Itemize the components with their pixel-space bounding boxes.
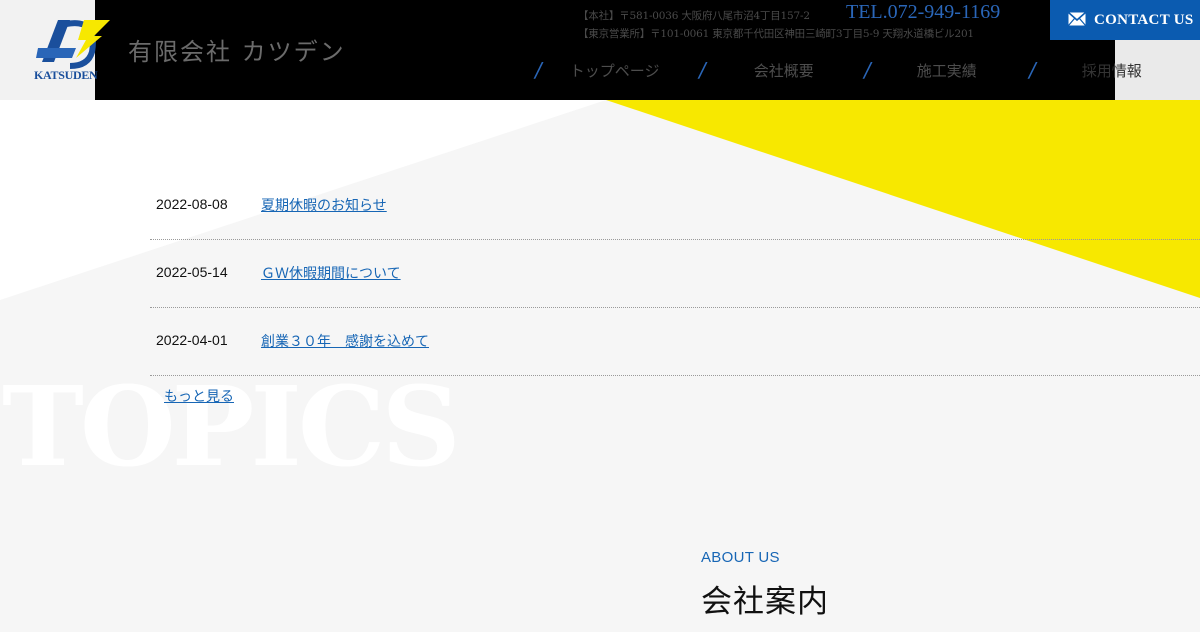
topic-row: 2022-04-01 創業３０年 感謝を込めて — [150, 308, 1200, 376]
contact-button-label: CONTACT US — [1094, 11, 1194, 28]
company-name[interactable]: 有限会社 カツデン — [128, 32, 346, 67]
head-office-address: 【本社】〒581-0036 大阪府八尾市沼4丁目157-2 — [578, 10, 810, 22]
topic-link[interactable]: ＧＷ休暇期間について — [261, 263, 401, 283]
topics-list: 2022-08-08 夏期休暇のお知らせ 2022-05-14 ＧＷ休暇期間につ… — [150, 172, 1200, 376]
nav-item-label: トップページ — [569, 61, 660, 80]
topic-date: 2022-08-08 — [156, 196, 228, 212]
nav-item-recruit[interactable]: / 採用情報 — [1029, 56, 1142, 84]
nav-slash-icon: / — [1029, 58, 1036, 82]
logo-text: KATSUDEN — [34, 68, 98, 82]
about-label-en: ABOUT US — [701, 549, 780, 566]
tokyo-office-address: 【東京営業所】〒101-0061 東京都千代田区神田三崎町3丁目5-9 天翔水道… — [578, 28, 974, 40]
contact-button[interactable]: CONTACT US — [1050, 0, 1200, 40]
topic-link[interactable]: 夏期休暇のお知らせ — [261, 195, 387, 215]
nav-item-label: 採用情報 — [1081, 61, 1142, 80]
nav-item-label: 会社概要 — [753, 61, 814, 80]
nav-item-top[interactable]: / トップページ — [535, 56, 659, 84]
nav-slash-icon: / — [535, 58, 542, 82]
logo-icon[interactable] — [36, 18, 110, 74]
nav-slash-icon: / — [864, 58, 871, 82]
topic-date: 2022-04-01 — [156, 332, 228, 348]
nav-item-company[interactable]: / 会社概要 — [699, 56, 814, 84]
nav-item-works[interactable]: / 施工実績 — [864, 56, 977, 84]
main-nav: / トップページ / 会社概要 / 施工実績 / 採用情報 — [535, 56, 1195, 84]
topic-row: 2022-05-14 ＧＷ休暇期間について — [150, 240, 1200, 308]
phone-number[interactable]: TEL.072-949-1169 — [846, 1, 1000, 24]
nav-item-label: 施工実績 — [916, 61, 977, 80]
nav-slash-icon: / — [699, 58, 706, 82]
topic-link[interactable]: 創業３０年 感謝を込めて — [261, 331, 429, 351]
more-topics-link[interactable]: もっと見る — [164, 386, 234, 406]
mail-icon — [1067, 11, 1087, 30]
about-heading: 会社案内 — [701, 584, 829, 620]
topic-row: 2022-08-08 夏期休暇のお知らせ — [150, 172, 1200, 240]
topic-date: 2022-05-14 — [156, 264, 228, 280]
